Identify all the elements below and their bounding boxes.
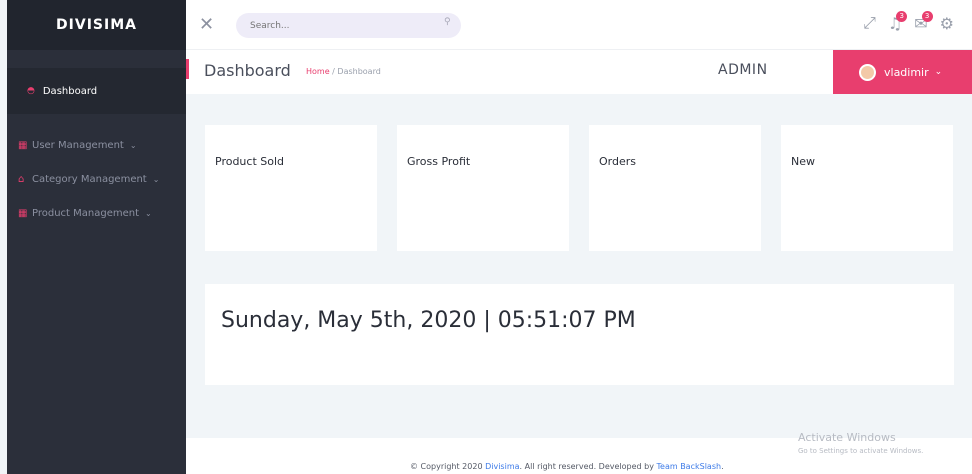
breadcrumb: Home / Dashboard: [306, 67, 381, 76]
sidebar-item-product-management[interactable]: ▦ Product Management ⌄: [7, 196, 186, 230]
grid-icon: ▦: [18, 139, 28, 151]
avatar: [859, 63, 876, 81]
bell-icon[interactable]: ♫ 3: [888, 10, 908, 33]
page-title: Dashboard: [204, 61, 291, 80]
breadcrumb-current: / Dashboard: [332, 67, 381, 76]
card-product-sold: Product Sold: [205, 125, 377, 251]
dashboard-icon: ◓: [27, 86, 35, 96]
sidebar-item-label: Category Management: [32, 173, 147, 185]
copyright-text: © Copyright 2020 Divisima. All right res…: [410, 462, 724, 471]
card-label: Product Sold: [215, 155, 285, 168]
message-badge: 3: [921, 10, 933, 22]
search-input[interactable]: [236, 13, 461, 38]
mail-icon[interactable]: ✉ 3: [914, 10, 933, 33]
grid-icon: ▦: [18, 207, 28, 219]
card-orders: Orders: [589, 125, 761, 251]
brand-logo[interactable]: DIVISIMA: [7, 0, 186, 50]
team-link[interactable]: Team BackSlash: [657, 462, 722, 471]
notification-badge: 3: [896, 10, 908, 22]
page-header: Dashboard Home / Dashboard ADMIN vladimi…: [186, 50, 972, 94]
card-label: New: [791, 155, 815, 168]
copyright-prefix: © Copyright 2020: [410, 462, 483, 471]
role-label: ADMIN: [718, 62, 768, 78]
sidebar-item-dashboard[interactable]: ◓ Dashboard: [7, 68, 186, 114]
copyright-suffix: .: [721, 462, 724, 471]
card-label: Gross Profit: [407, 155, 471, 168]
search-icon[interactable]: ⚲: [444, 17, 451, 27]
basket-icon: ⌂: [18, 173, 25, 185]
copyright-middle: . All right reserved. Developed by: [519, 462, 654, 471]
top-bar: ✕ ⚲ ⤢ ♫3 ✉3 ⚙: [186, 0, 972, 50]
card-label: Orders: [599, 155, 636, 168]
sidebar: DIVISIMA ◓ Dashboard ▦ User Management ⌄…: [7, 0, 186, 474]
sidebar-item-label: Dashboard: [42, 85, 98, 97]
user-name: vladimir: [884, 65, 929, 79]
chevron-down-icon: ⌄: [152, 174, 160, 184]
watermark-subtitle: Go to Settings to activate Windows.: [798, 447, 924, 455]
card-gross-profit: Gross Profit: [397, 125, 569, 251]
datetime-text: Sunday, May 5th, 2020 | 05:51:07 PM: [221, 308, 636, 333]
chevron-down-icon: ⌄: [934, 67, 943, 77]
sidebar-item-label: User Management: [32, 139, 124, 151]
gear-icon[interactable]: ⚙: [940, 14, 954, 33]
breadcrumb-home[interactable]: Home: [306, 67, 330, 76]
watermark-title: Activate Windows: [798, 431, 896, 444]
sidebar-item-user-management[interactable]: ▦ User Management ⌄: [7, 128, 186, 162]
close-icon[interactable]: ✕: [199, 14, 214, 35]
datetime-panel: Sunday, May 5th, 2020 | 05:51:07 PM: [205, 284, 954, 385]
chevron-down-icon: ⌄: [129, 140, 137, 150]
card-new: New: [781, 125, 953, 251]
fullscreen-icon[interactable]: ⤢: [863, 13, 876, 33]
sidebar-item-label: Product Management: [32, 207, 140, 219]
chevron-down-icon: ⌄: [145, 208, 152, 218]
user-menu-button[interactable]: vladimir ⌄: [833, 50, 972, 94]
windows-watermark: Activate Windows Go to Settings to activ…: [798, 431, 923, 455]
title-accent: [186, 59, 189, 79]
brand-link[interactable]: Divisima: [485, 462, 519, 471]
sidebar-item-category-management[interactable]: ⌂ Category Management ⌄: [7, 162, 186, 196]
